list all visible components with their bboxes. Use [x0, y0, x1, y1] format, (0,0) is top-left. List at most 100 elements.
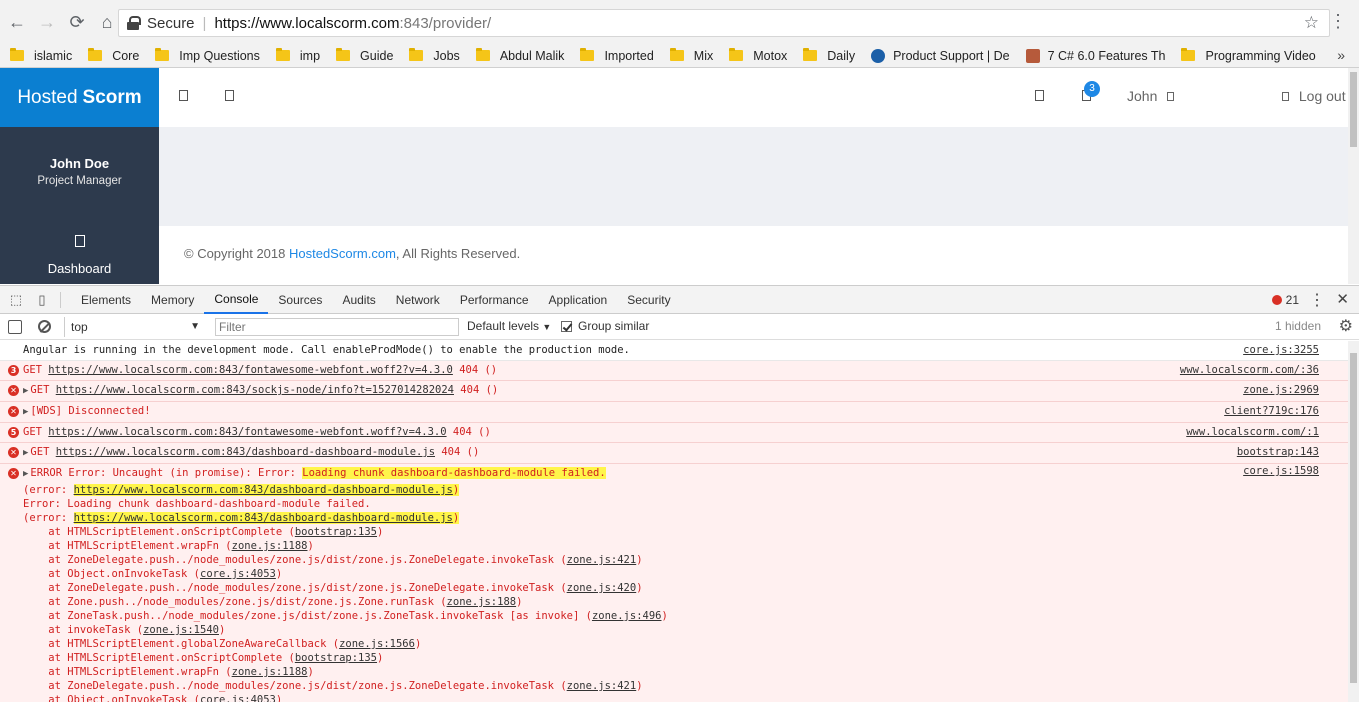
- console-url-link[interactable]: https://www.localscorm.com:843/fontaweso…: [48, 426, 446, 438]
- bookmark-item[interactable]: Imp Questions: [155, 48, 260, 63]
- stack-frame-text: at ZoneDelegate.push../node_modules/zone…: [23, 582, 567, 594]
- bookmark-item[interactable]: 7 C# 6.0 Features Th: [1025, 48, 1165, 63]
- dashboard-icon[interactable]: [74, 235, 85, 247]
- console-scrollbar-thumb[interactable]: [1350, 353, 1357, 683]
- address-bar[interactable]: Secure | https://www.localscorm.com:843/…: [118, 9, 1330, 37]
- console-scrollbar[interactable]: [1348, 341, 1359, 702]
- home-icon[interactable]: ⌂: [94, 9, 120, 35]
- tab-elements[interactable]: Elements: [71, 286, 141, 314]
- bookmark-item[interactable]: islamic: [10, 48, 72, 63]
- stack-frame-link[interactable]: zone.js:188: [447, 596, 517, 608]
- bookmark-item[interactable]: Core: [88, 48, 140, 63]
- highlighted-url: https://www.localscorm.com:843/dashboard…: [73, 484, 460, 496]
- source-link[interactable]: zone.js:2969: [1243, 381, 1319, 400]
- logout-button[interactable]: Log out: [1282, 88, 1346, 104]
- bookmark-item[interactable]: Jobs: [409, 48, 460, 63]
- search-icon[interactable]: [225, 90, 234, 101]
- bookmark-item[interactable]: Guide: [336, 48, 394, 63]
- tab-sources[interactable]: Sources: [268, 286, 332, 314]
- source-link[interactable]: core.js:3255: [1243, 341, 1319, 360]
- source-link[interactable]: www.localscorm.com/:1: [1186, 423, 1319, 442]
- brand-logo[interactable]: Hosted Scorm: [0, 68, 159, 127]
- bookmarks-overflow-icon[interactable]: »: [1337, 47, 1345, 63]
- stack-frame-link[interactable]: core.js:4053: [200, 568, 276, 580]
- bookmark-item[interactable]: Programming Video: [1181, 48, 1316, 63]
- source-link[interactable]: client?719c:176: [1224, 402, 1319, 421]
- folder-icon: [409, 48, 424, 61]
- forward-arrow-icon[interactable]: →: [34, 9, 60, 35]
- error-url-link[interactable]: https://www.localscorm.com:843/dashboard…: [74, 512, 453, 524]
- devtools-menu-icon[interactable]: ⋮: [1309, 290, 1325, 310]
- copyright-link[interactable]: HostedScorm.com: [289, 246, 396, 261]
- page-scrollbar[interactable]: [1348, 68, 1359, 284]
- console-url-link[interactable]: https://www.localscorm.com:843/dashboard…: [56, 446, 435, 458]
- bookmark-item[interactable]: imp: [275, 48, 320, 63]
- bookmark-item[interactable]: Abdul Malik: [475, 48, 564, 63]
- menu-toggle-icon[interactable]: [179, 90, 188, 101]
- page-scrollbar-thumb[interactable]: [1350, 72, 1357, 147]
- gear-icon[interactable]: ⚙: [1339, 316, 1353, 336]
- stack-frame-link[interactable]: bootstrap:135: [295, 652, 377, 664]
- folder-icon: [729, 48, 744, 61]
- context-select[interactable]: top ▼: [64, 317, 206, 337]
- source-link[interactable]: bootstrap:143: [1237, 443, 1319, 462]
- bookmark-item[interactable]: Imported: [580, 48, 654, 63]
- stack-frame-end: ): [377, 652, 384, 664]
- stack-frame-link[interactable]: zone.js:420: [567, 582, 637, 594]
- expand-triangle-icon[interactable]: ▶: [23, 469, 28, 479]
- stack-frame-link[interactable]: zone.js:421: [567, 680, 637, 692]
- tab-memory[interactable]: Memory: [141, 286, 204, 314]
- bookmark-label: Daily: [827, 48, 856, 63]
- console-message-suffix: 404 (): [435, 446, 480, 458]
- stack-frame-link[interactable]: zone.js:1188: [232, 666, 308, 678]
- stack-frame-link[interactable]: bootstrap:135: [295, 526, 377, 538]
- expand-triangle-icon[interactable]: ▶: [23, 448, 28, 458]
- tab-application[interactable]: Application: [539, 286, 618, 314]
- back-arrow-icon[interactable]: ←: [4, 9, 30, 35]
- tab-console[interactable]: Console: [204, 286, 269, 314]
- console-url-link[interactable]: https://www.localscorm.com:843/sockjs-no…: [56, 384, 454, 396]
- tab-audits[interactable]: Audits: [332, 286, 385, 314]
- bookmark-item[interactable]: Motox: [729, 48, 787, 63]
- error-url-link[interactable]: https://www.localscorm.com:843/dashboard…: [74, 484, 453, 496]
- expand-triangle-icon[interactable]: ▶: [23, 386, 28, 396]
- fullscreen-icon[interactable]: [1035, 90, 1044, 101]
- group-similar-checkbox[interactable]: [561, 320, 572, 332]
- bookmark-item[interactable]: Daily: [803, 48, 856, 63]
- stack-frame-link[interactable]: zone.js:1540: [143, 624, 219, 636]
- source-link[interactable]: www.localscorm.com/:36: [1180, 361, 1319, 380]
- inspect-element-icon[interactable]: ⬚: [6, 291, 26, 309]
- tab-security[interactable]: Security: [617, 286, 680, 314]
- levels-select[interactable]: Default levels ▼: [467, 319, 551, 333]
- bookmark-item[interactable]: Product Support | De: [871, 48, 1010, 63]
- device-toolbar-icon[interactable]: ▯: [32, 291, 52, 309]
- source-link[interactable]: core.js:1598: [1243, 464, 1319, 478]
- stack-frame-text: at ZoneTask.push../node_modules/zone.js/…: [23, 610, 592, 622]
- tab-network[interactable]: Network: [386, 286, 450, 314]
- group-similar-toggle[interactable]: Group similar: [561, 319, 649, 333]
- bookmark-label: Guide: [360, 48, 394, 63]
- error-counter[interactable]: 21: [1271, 293, 1299, 307]
- expand-triangle-icon[interactable]: ▶: [23, 407, 28, 417]
- browser-menu-icon[interactable]: ⋮: [1329, 12, 1347, 30]
- close-icon[interactable]: ✕: [1336, 290, 1349, 308]
- bookmark-label: Core: [112, 48, 140, 63]
- bookmark-label: Imported: [604, 48, 654, 63]
- stack-frame-link[interactable]: zone.js:1188: [232, 540, 308, 552]
- stack-frame-link[interactable]: zone.js:421: [567, 554, 637, 566]
- dropdown-arrow-icon: ▼: [190, 321, 200, 332]
- filter-input[interactable]: [215, 318, 459, 336]
- sidebar-item-dashboard[interactable]: Dashboard: [0, 261, 159, 276]
- folder-icon: [275, 48, 290, 61]
- stack-frame-link[interactable]: zone.js:496: [592, 610, 662, 622]
- bookmark-item[interactable]: Mix: [669, 48, 713, 63]
- reload-icon[interactable]: ⟳: [64, 9, 90, 35]
- tab-performance[interactable]: Performance: [450, 286, 539, 314]
- stack-frame-link[interactable]: core.js:4053: [200, 694, 276, 702]
- user-menu[interactable]: John: [1127, 88, 1175, 104]
- bookmark-star-icon[interactable]: ☆: [1304, 13, 1319, 33]
- console-url-link[interactable]: https://www.localscorm.com:843/fontaweso…: [48, 364, 453, 376]
- sidebar-toggle-icon[interactable]: [8, 319, 22, 334]
- stack-frame-link[interactable]: zone.js:1566: [339, 638, 415, 650]
- clear-console-icon[interactable]: [38, 320, 51, 333]
